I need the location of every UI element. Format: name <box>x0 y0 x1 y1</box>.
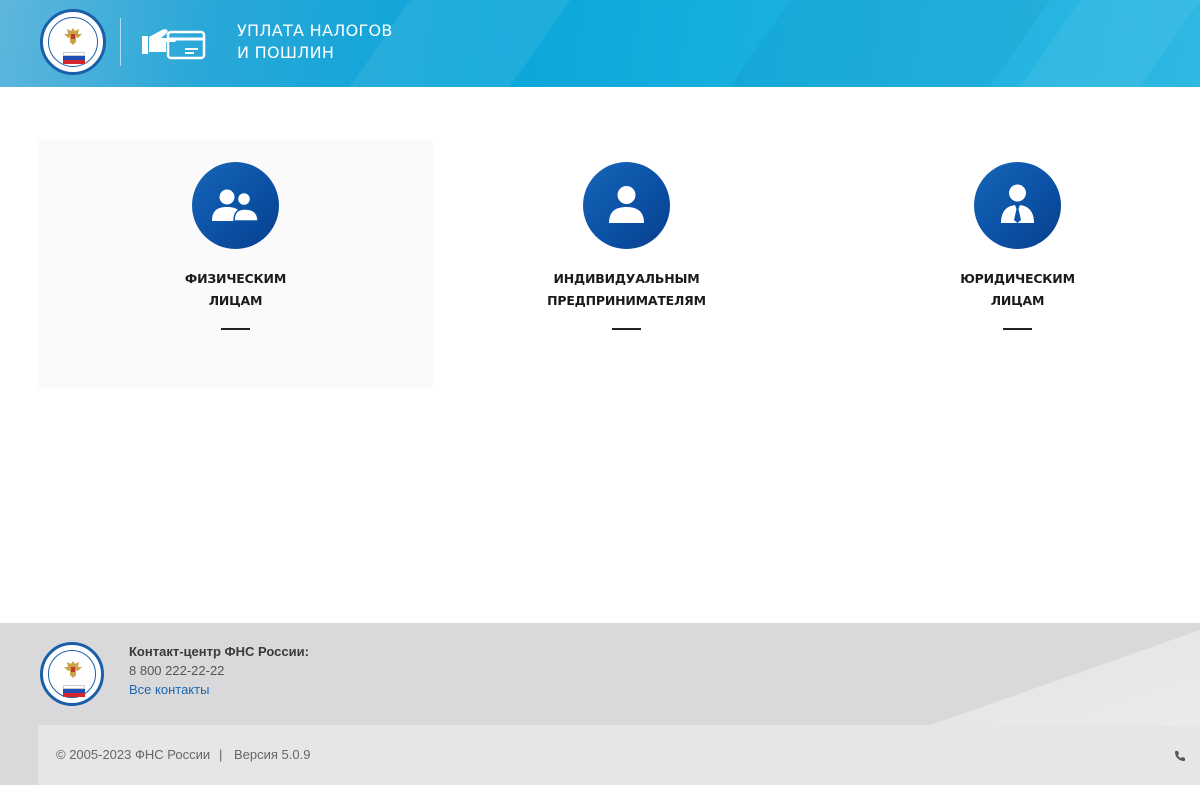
header-title-line2: И ПОШЛИН <box>237 43 335 62</box>
eagle-icon <box>64 28 82 45</box>
card-entrepreneurs[interactable]: ИНДИВИДУАЛЬНЫМ ПРЕДПРИНИМАТЕЛЯМ <box>429 140 824 388</box>
eagle-icon <box>64 661 82 678</box>
card-label-line1: ИНДИВИДУАЛЬНЫМ <box>553 271 700 286</box>
card-label-line2: ЛИЦАМ <box>990 293 1045 308</box>
card-underline <box>1003 328 1032 330</box>
hand-card-icon <box>142 29 206 60</box>
footer-decor <box>908 623 1200 733</box>
card-label-line1: ЮРИДИЧЕСКИМ <box>960 271 1075 286</box>
header-decor <box>729 0 1051 87</box>
contact-phone: 8 800 222-22-22 <box>129 663 225 678</box>
footer-fns-emblem-icon <box>40 642 104 706</box>
businessman-icon <box>974 162 1061 249</box>
users-group-icon <box>192 162 279 249</box>
all-contacts-link[interactable]: Все контакты <box>129 682 209 697</box>
card-label-line2: ПРЕДПРИНИМАТЕЛЯМ <box>547 293 706 308</box>
header-title-line1: УПЛАТА НАЛОГОВ <box>237 21 393 40</box>
card-label-line2: ЛИЦАМ <box>208 293 263 308</box>
header-divider <box>120 18 121 66</box>
card-label-line1: ФИЗИЧЕСКИМ <box>184 271 287 286</box>
user-icon <box>583 162 670 249</box>
card-label: ФИЗИЧЕСКИМ ЛИЦАМ <box>38 268 433 312</box>
copyright-text: © 2005-2023 ФНС России <box>56 747 211 762</box>
separator: | <box>219 747 223 762</box>
footer-bottom-bar: © 2005-2023 ФНС России | Версия 5.0.9 <box>38 725 1200 785</box>
contact-center-label: Контакт-центр ФНС России: <box>129 644 309 659</box>
card-legal-entities[interactable]: ЮРИДИЧЕСКИМ ЛИЦАМ <box>820 140 1200 388</box>
card-label: ЮРИДИЧЕСКИМ ЛИЦАМ <box>820 268 1200 312</box>
flag-icon <box>63 52 85 64</box>
flag-icon <box>63 685 85 697</box>
card-underline <box>221 328 250 330</box>
card-underline <box>612 328 641 330</box>
fns-emblem-icon[interactable] <box>40 9 106 75</box>
card-label: ИНДИВИДУАЛЬНЫМ ПРЕДПРИНИМАТЕЛЯМ <box>429 268 824 312</box>
header-title[interactable]: УПЛАТА НАЛОГОВ И ПОШЛИН <box>237 20 393 64</box>
version-text: Версия 5.0.9 <box>234 747 311 762</box>
card-individuals[interactable]: ФИЗИЧЕСКИМ ЛИЦАМ <box>38 140 433 388</box>
header: УПЛАТА НАЛОГОВ И ПОШЛИН <box>0 0 1200 87</box>
footer: Контакт-центр ФНС России: 8 800 222-22-2… <box>0 623 1200 785</box>
phone-icon[interactable] <box>1174 750 1186 762</box>
header-decor <box>1019 0 1200 87</box>
